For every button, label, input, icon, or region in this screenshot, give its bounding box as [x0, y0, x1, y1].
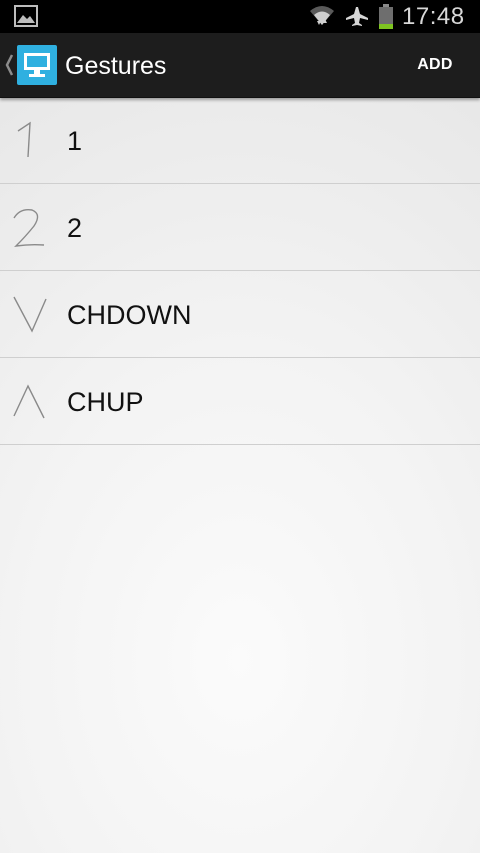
battery-icon — [379, 4, 393, 29]
clock: 17:48 — [402, 3, 465, 30]
list-item-chdown[interactable]: CHDOWN — [0, 271, 480, 358]
gesture-name: 2 — [67, 213, 83, 243]
gesture-2-icon — [13, 208, 45, 247]
action-bar: Gestures ADD — [0, 33, 480, 98]
gesture-name: CHUP — [67, 387, 144, 417]
page-title: Gestures — [65, 52, 167, 80]
list-item-chup[interactable]: CHUP — [0, 358, 480, 445]
gallery-icon — [14, 5, 38, 27]
gesture-name: CHDOWN — [67, 300, 192, 330]
gesture-v-icon — [13, 296, 47, 333]
add-button[interactable]: ADD — [390, 33, 480, 97]
gesture-caret-icon — [13, 384, 45, 419]
airplane-icon — [346, 7, 368, 26]
gesture-1-icon — [17, 121, 31, 158]
gesture-list: 1 2 CHDOWN CHUP — [0, 97, 480, 445]
wifi-icon — [310, 6, 334, 25]
status-bar: 17:48 — [0, 0, 480, 33]
tv-monitor-icon[interactable] — [17, 45, 57, 85]
list-item-2[interactable]: 2 — [0, 184, 480, 271]
up-caret-icon[interactable] — [4, 53, 14, 77]
list-item-1[interactable]: 1 — [0, 97, 480, 184]
gesture-name: 1 — [67, 126, 83, 156]
